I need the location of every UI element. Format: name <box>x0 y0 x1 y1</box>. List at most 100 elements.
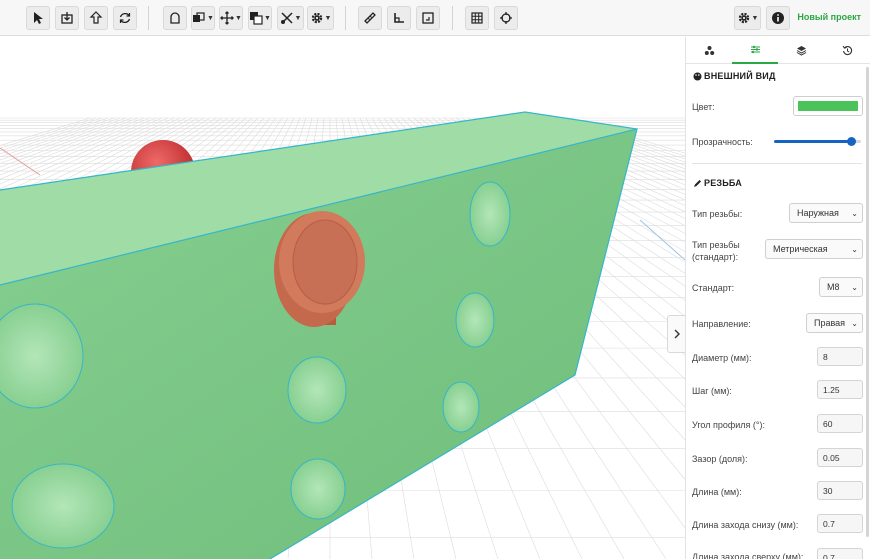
hole <box>290 458 346 520</box>
pencil-icon <box>694 179 701 187</box>
gear-icon <box>311 12 322 24</box>
settings-gear-icon <box>738 12 749 24</box>
bottom-lead-input[interactable]: 0.7 <box>817 514 863 533</box>
clearance-input[interactable]: 0.05 <box>817 448 863 467</box>
section-divider <box>692 163 862 164</box>
palette-icon <box>693 72 702 80</box>
diameter-input[interactable]: 8 <box>817 347 863 366</box>
tab-objects[interactable] <box>686 37 732 64</box>
transform-icon <box>280 12 293 24</box>
direction-label: Направление: <box>692 319 751 329</box>
length-input[interactable]: 30 <box>817 481 863 500</box>
direction-select[interactable]: Правая ⌄ <box>806 313 863 333</box>
standard-type-select[interactable]: Метрическая ⌄ <box>765 239 863 259</box>
boolean-icon <box>193 12 205 22</box>
move-arrows-icon <box>220 11 234 25</box>
standard-select[interactable]: M8 ⌄ <box>819 277 863 297</box>
dropdown-caret-icon: ▼ <box>264 14 271 22</box>
angle-icon <box>394 13 404 23</box>
copy-tool-button[interactable]: ▼ <box>248 6 272 30</box>
dropdown-caret-icon: ▼ <box>235 14 242 22</box>
info-tool-button[interactable] <box>766 6 790 30</box>
toolbar-separator <box>345 6 346 30</box>
copy-icon <box>250 12 263 25</box>
settings-tool-button[interactable]: ▼ <box>734 6 761 30</box>
cursor-icon <box>34 12 43 24</box>
length-label: Длина (мм): <box>692 487 742 497</box>
color-picker[interactable] <box>793 96 863 116</box>
dropdown-caret-icon: ▼ <box>324 14 332 22</box>
pitch-label: Шаг (мм): <box>692 386 732 396</box>
slider-thumb[interactable] <box>846 137 856 146</box>
panel-tabs <box>686 37 870 64</box>
frame-icon <box>422 12 434 24</box>
sketch-tool-button[interactable] <box>163 6 187 30</box>
hole <box>11 463 115 549</box>
refresh-icon <box>119 12 131 24</box>
history-icon <box>842 45 852 56</box>
angle-tool-button[interactable] <box>387 6 411 30</box>
transform-tool-button[interactable]: ▼ <box>277 6 304 30</box>
crosshair-icon <box>500 12 512 24</box>
opacity-slider[interactable] <box>774 137 861 146</box>
dropdown-caret-icon: ▼ <box>751 14 759 22</box>
target-tool-button[interactable] <box>494 6 518 30</box>
tab-layers[interactable] <box>778 37 824 64</box>
opacity-label: Прозрачность: <box>692 137 753 147</box>
properties-panel: ВНЕШНИЙ ВИД Цвет: Прозрачность: РЕЗЬБА Т… <box>685 37 870 559</box>
panel-scrollbar[interactable] <box>866 67 869 537</box>
hole <box>287 356 347 424</box>
clearance-label: Зазор (доля): <box>692 454 748 464</box>
tab-history[interactable] <box>824 37 870 64</box>
new-project-link[interactable]: Новый проект <box>797 12 861 22</box>
tab-properties[interactable] <box>732 37 778 64</box>
measure-tool-button[interactable] <box>358 6 382 30</box>
collapse-panel-button[interactable] <box>667 315 685 353</box>
thread-type-select[interactable]: Наружная ⌄ <box>789 203 863 223</box>
export-arrow-icon <box>89 11 103 24</box>
import-icon <box>61 12 73 24</box>
modify-tool-button[interactable]: ▼ <box>307 6 334 30</box>
import-tool-button[interactable] <box>55 6 79 30</box>
main-toolbar: ▼ ▼ ▼ ▼ ▼ ▼ Новый проект <box>0 0 870 36</box>
hole <box>469 181 511 247</box>
grid-icon <box>471 12 483 24</box>
toolbar-separator <box>148 6 149 30</box>
3d-viewport[interactable] <box>0 37 685 559</box>
select-tool-button[interactable] <box>26 6 50 30</box>
ruler-icon <box>364 12 376 24</box>
3d-scene[interactable] <box>0 37 685 559</box>
chevron-down-icon: ⌄ <box>851 244 858 254</box>
refresh-tool-button[interactable] <box>113 6 137 30</box>
chevron-down-icon: ⌄ <box>851 282 858 292</box>
profile-angle-label: Угол профиля (°): <box>692 420 765 430</box>
move-tool-button[interactable]: ▼ <box>219 6 243 30</box>
top-lead-label: Длина захода сверху (мм): <box>692 552 804 559</box>
top-lead-input[interactable]: 0.7 <box>817 548 863 559</box>
chevron-right-icon <box>674 329 680 339</box>
diameter-label: Диаметр (мм): <box>692 353 752 363</box>
profile-angle-input[interactable]: 60 <box>817 414 863 433</box>
sliders-icon <box>750 45 760 54</box>
sketch-shape-icon <box>170 12 180 24</box>
chevron-down-icon: ⌄ <box>851 318 858 328</box>
pitch-input[interactable]: 1.25 <box>817 380 863 399</box>
layers-icon <box>796 46 806 56</box>
chevron-down-icon: ⌄ <box>851 208 858 218</box>
boolean-tool-button[interactable]: ▼ <box>191 6 215 30</box>
appearance-section-title: ВНЕШНИЙ ВИД <box>693 71 776 81</box>
standard-label: Стандарт: <box>692 283 735 293</box>
objects-icon <box>704 46 714 55</box>
info-icon <box>772 12 784 24</box>
dropdown-caret-icon: ▼ <box>294 14 302 22</box>
color-swatch <box>798 101 858 111</box>
export-tool-button[interactable] <box>84 6 108 30</box>
standard-type-label: Тип резьбы (стандарт): <box>692 240 740 262</box>
toolbar-separator <box>452 6 453 30</box>
grid-tool-button[interactable] <box>465 6 489 30</box>
color-label: Цвет: <box>692 102 715 112</box>
bottom-lead-label: Длина захода снизу (мм): <box>692 520 799 530</box>
thread-section-title: РЕЗЬБА <box>693 178 742 188</box>
hole <box>455 292 495 348</box>
frame-tool-button[interactable] <box>416 6 440 30</box>
